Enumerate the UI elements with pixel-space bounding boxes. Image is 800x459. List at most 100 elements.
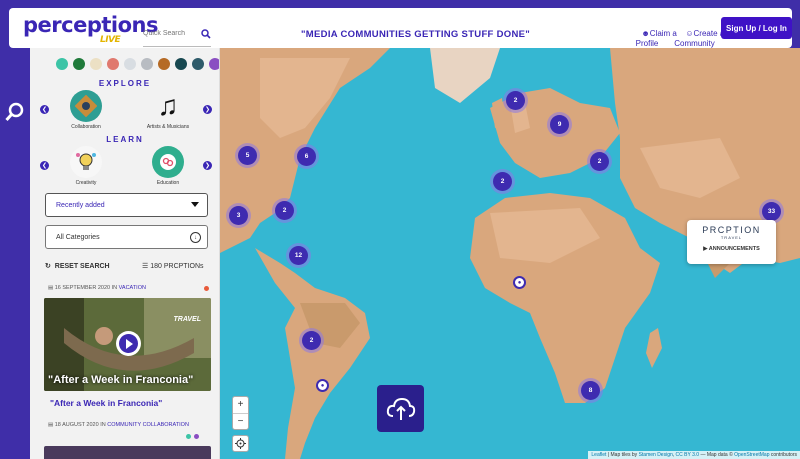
map-cluster[interactable]: 6 [297,147,316,166]
search-input[interactable] [143,30,195,37]
map-cluster[interactable]: 12 [289,246,308,265]
map-cluster[interactable]: 2 [506,91,525,110]
zoom-in-button[interactable]: + [233,397,248,414]
popup-sub: TRAVEL [720,235,743,240]
category-label: Education [156,180,180,186]
thumbnail-caption: "After a Week in Franconia" [48,374,194,386]
map-cluster[interactable]: 2 [493,172,512,191]
color-swatch[interactable] [141,58,153,70]
category-label: Collaboration [71,124,101,130]
map-cluster[interactable]: 5 [238,146,257,165]
map-cluster[interactable]: 33 [762,202,781,221]
map-cluster[interactable]: 8 [581,381,600,400]
color-swatch[interactable] [209,58,219,70]
chat-icon: ● [320,382,325,389]
map-cluster[interactable]: 2 [302,331,321,350]
post-category-link[interactable]: VACATION [119,285,146,291]
category-creativity[interactable]: Creativity [61,146,111,186]
search-icon[interactable] [5,102,25,122]
travel-watermark: TRAVEL [173,316,201,323]
result-count-label: 180 PRCPTIONs [150,263,204,270]
status-dot [194,434,199,439]
map-cluster[interactable]: 3 [229,206,248,225]
category-artists-musicians[interactable]: ♫ Artists & Musicians [143,90,193,130]
reset-search-label: RESET SEARCH [54,263,110,270]
logo[interactable]: perceptions LIVE [23,13,158,45]
person-icon: ☻ [641,29,650,38]
quick-search [143,21,211,47]
attribution-tail: contributors [770,452,797,458]
popup-brand: PRCPTION [702,225,761,235]
color-swatch[interactable] [175,58,187,70]
cc-link[interactable]: CC BY 3.0 [676,452,700,458]
post-category-link[interactable]: COMMUNITY COLLABORATION [107,422,189,428]
learn-title: LEARN [106,135,144,144]
stamen-link[interactable]: Stamen Design [639,452,673,458]
osm-link[interactable]: OpenStreetMap [734,452,769,458]
attribution-text: | Map tiles by [607,452,638,458]
category-select[interactable]: All Categories ↓ [45,225,208,249]
color-swatch[interactable] [158,58,170,70]
status-dot [186,434,191,439]
post-date: 16 SEPTEMBER 2020 [54,285,111,291]
map-cluster[interactable]: 2 [590,152,609,171]
sort-select[interactable]: Recently added [45,193,208,217]
color-swatch[interactable] [73,58,85,70]
play-button[interactable] [116,331,141,356]
learn-next-button[interactable]: ❯ [203,161,212,170]
upload-button[interactable] [377,385,424,432]
post-title-link[interactable]: "After a Week in Franconia" [50,398,162,408]
sort-select-value: Recently added [56,201,105,209]
world-map[interactable]: 2 9 5 6 2 2 2 3 12 2 8 33 ● ● PRCPTION TRAVEL ▶ ANN… [220,48,800,459]
category-label: Artists & Musicians [146,124,190,130]
category-collaboration[interactable]: Collaboration [61,90,111,130]
result-count: ☰ 180 PRCPTIONs [142,262,204,270]
status-dot [204,286,209,291]
color-swatch[interactable] [192,58,204,70]
map-attribution: Leaflet | Map tiles by Stamen Design, CC… [588,451,800,459]
sidebar: EXPLORE ❮ ❯ Collaboration ♫ Artists & Mu… [30,48,220,459]
chat-icon: ● [517,279,522,286]
color-swatch[interactable] [56,58,68,70]
locate-button[interactable] [232,435,249,452]
app-root: perceptions LIVE "MEDIA COMMUNITIES GETT… [0,0,800,459]
map-pin[interactable]: ● [513,276,526,289]
category-select-value: All Categories [56,233,100,241]
announcements-label: ANNOUNCEMENTS [708,246,760,252]
color-swatch[interactable] [107,58,119,70]
map-cluster[interactable]: 9 [550,115,569,134]
logo-live-text: LIVE [100,35,121,45]
post-thumbnail[interactable] [44,446,211,459]
zoom-out-button[interactable]: − [233,414,248,430]
post-thumbnail[interactable]: TRAVEL "After a Week in Franconia" [44,298,211,391]
collaboration-icon [70,90,102,122]
map-cluster[interactable]: 2 [275,201,294,220]
crosshair-icon [235,438,246,449]
announcements-tag[interactable]: ▶ ANNOUNCEMENTS [687,246,776,252]
reset-search-button[interactable]: ↻ RESET SEARCH [45,262,110,270]
tag-icon: ▶ [703,246,708,252]
category-education[interactable]: Education [143,146,193,186]
calendar-icon: ▤ [48,422,54,428]
prcption-popup[interactable]: PRCPTION TRAVEL ▶ ANNOUNCEMENTS [687,220,776,264]
post-date: 18 AUGUST 2020 [54,422,99,428]
color-swatch[interactable] [90,58,102,70]
map-pin[interactable]: ● [316,379,329,392]
learn-prev-button[interactable]: ❮ [40,161,49,170]
post-in: IN [111,285,118,291]
post-meta: ▤ 18 AUGUST 2020 IN COMMUNITY COLLABORAT… [48,422,189,428]
play-icon [119,334,138,353]
list-icon: ☰ [142,263,149,270]
education-icon [152,146,184,178]
signup-button[interactable]: Sign Up / Log In [721,17,792,39]
attribution-data: — Map data © [700,452,733,458]
search-icon[interactable] [201,29,211,39]
color-swatch[interactable] [124,58,136,70]
leaflet-link[interactable]: Leaflet [591,452,606,458]
lightbulb-icon [70,146,102,178]
create-community-label: Create a Community [674,29,724,48]
explore-prev-button[interactable]: ❮ [40,105,49,114]
calendar-icon: ▤ [48,285,54,291]
explore-next-button[interactable]: ❯ [203,105,212,114]
left-rail [0,48,30,459]
